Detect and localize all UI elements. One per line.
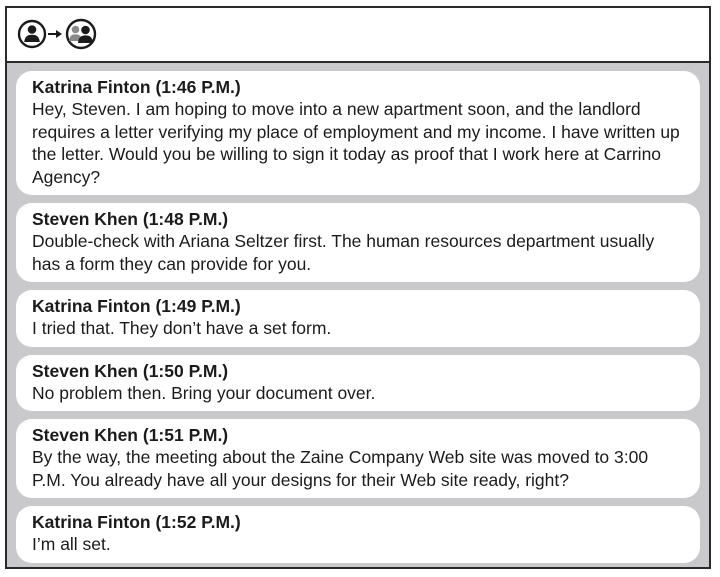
message-header: Katrina Finton (1:46 P.M.) <box>32 76 684 98</box>
sender-name: Katrina Finton <box>32 296 151 316</box>
message-time: (1:49 P.M.) <box>155 296 241 316</box>
message-bubble: Katrina Finton (1:52 P.M.) I’m all set. <box>16 506 700 563</box>
message-header: Katrina Finton (1:52 P.M.) <box>32 511 684 533</box>
message-header: Steven Khen (1:48 P.M.) <box>32 208 684 230</box>
message-time: (1:46 P.M.) <box>155 77 241 97</box>
message-text: By the way, the meeting about the Zaine … <box>32 447 649 490</box>
message-bubble: Steven Khen (1:50 P.M.) No problem then.… <box>16 354 700 411</box>
message-bubble: Katrina Finton (1:46 P.M.) Hey, Steven. … <box>16 71 700 195</box>
sender-name: Steven Khen <box>32 209 138 229</box>
message-header: Steven Khen (1:50 P.M.) <box>32 360 684 382</box>
sender-name: Steven Khen <box>32 360 138 381</box>
sender-name: Katrina Finton <box>32 77 151 97</box>
chat-header <box>7 8 709 63</box>
sender-name: Steven Khen <box>32 425 138 445</box>
sender-name: Katrina Finton <box>32 512 151 532</box>
message-thread: Katrina Finton (1:46 P.M.) Hey, Steven. … <box>7 63 709 567</box>
arrow-right-icon <box>48 30 62 38</box>
message-time: (1:52 P.M.) <box>155 512 241 532</box>
message-bubble: Steven Khen (1:48 P.M.) Double-check wit… <box>16 203 700 282</box>
chat-window: Katrina Finton (1:46 P.M.) Hey, Steven. … <box>5 6 711 569</box>
message-text: Double-check with Ariana Seltzer first. … <box>32 231 655 274</box>
message-text: Hey, Steven. I am hoping to move into a … <box>32 99 680 187</box>
message-time: (1:50 P.M.) <box>142 360 229 381</box>
message-text: No problem then. Bring your document ove… <box>32 382 376 403</box>
message-time: (1:51 P.M.) <box>142 425 229 445</box>
message-text: I tried that. They don’t have a set form… <box>32 318 332 338</box>
single-user-icon <box>17 19 47 49</box>
message-text: I’m all set. <box>32 534 111 554</box>
message-bubble: Steven Khen (1:51 P.M.) By the way, the … <box>16 419 700 498</box>
group-users-icon <box>65 18 97 50</box>
message-bubble: Katrina Finton (1:49 P.M.) I tried that.… <box>16 290 700 347</box>
message-time: (1:48 P.M.) <box>142 209 229 229</box>
message-header: Steven Khen (1:51 P.M.) <box>32 424 684 446</box>
message-header: Katrina Finton (1:49 P.M.) <box>32 295 684 317</box>
chat-participants[interactable] <box>17 18 101 50</box>
